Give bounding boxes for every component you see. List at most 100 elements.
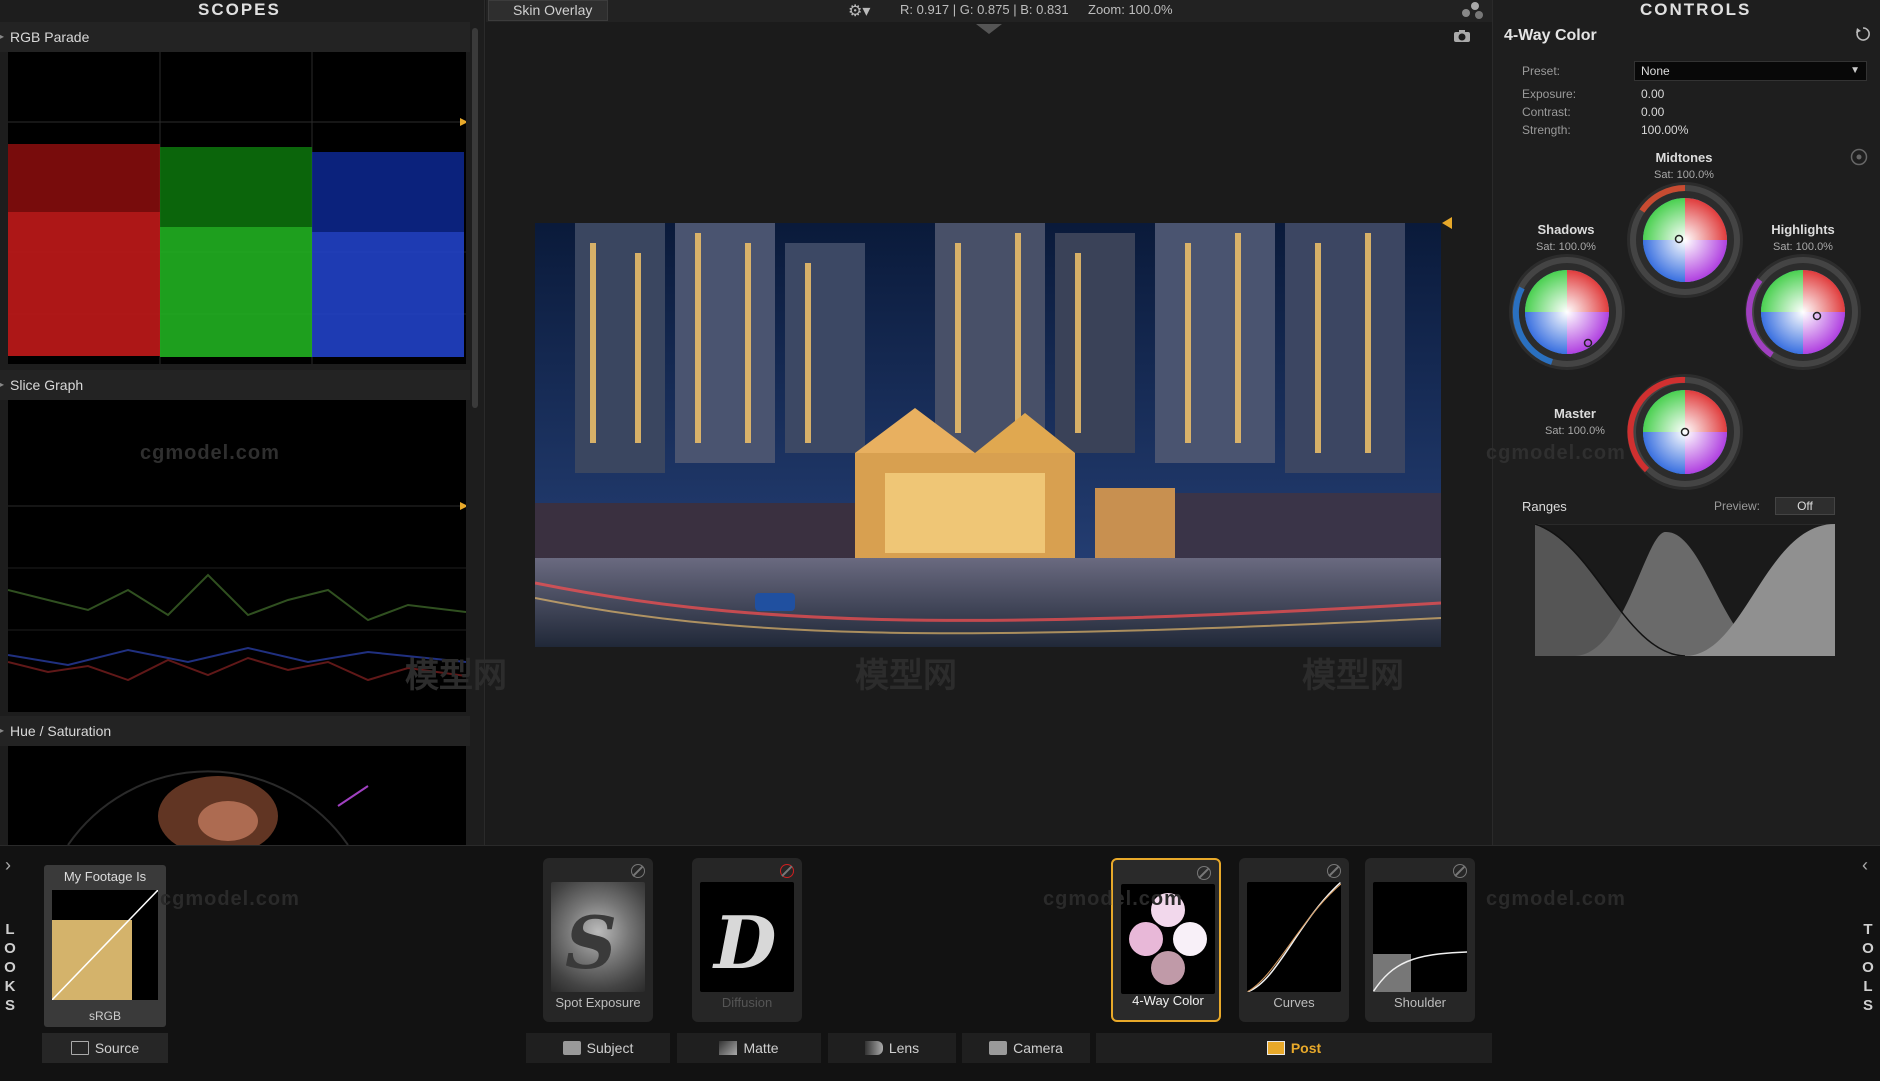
ranges-label: Ranges [1522,499,1567,514]
my-footage-card[interactable]: My Footage Is sRGB [44,865,166,1027]
hue-saturation-graph [67,770,369,856]
tool-card-label: Shoulder [1393,995,1447,1010]
disable-icon[interactable] [1197,866,1211,880]
tools-letter: T [1863,921,1873,938]
tab-label: Lens [888,1040,920,1056]
tool-card-spot-exposure[interactable]: S Spot Exposure [543,858,653,1022]
reset-icon[interactable] [1855,26,1871,42]
tab-post[interactable]: Post [1096,1033,1492,1063]
marker-icon [1442,217,1452,229]
scopes-scrollbar[interactable] [472,28,478,408]
tab-lens[interactable]: Lens [828,1033,956,1063]
matte-icon [719,1041,738,1055]
looks-expand-icon[interactable]: › [5,855,11,876]
tool-card-diffusion[interactable]: D Diffusion [692,858,802,1022]
contrast-value[interactable]: 0.00 [1641,105,1664,119]
watermark: 模型网 [1302,657,1404,695]
midtones-wheel[interactable] [1627,182,1743,298]
controls-title: 4-Way Color [1504,27,1597,44]
watermark: cgmodel.com [1043,888,1183,910]
wheel-reset-icon[interactable] [1850,148,1868,166]
preview-label: Preview: [1714,499,1761,513]
tab-label: Matte [743,1040,779,1056]
my-footage-title: My Footage Is [63,869,147,884]
dots-icon[interactable] [1460,0,1486,20]
scopes-header: SCOPES [198,0,281,19]
tool-card-label: Spot Exposure [555,995,641,1010]
disable-icon-active[interactable] [780,864,794,878]
tool-card-label: Diffusion [721,995,773,1010]
watermark: 模型网 [855,657,957,695]
diffusion-thumb: D [700,882,794,992]
strength-label: Strength: [1522,123,1571,137]
looks-letter: L [5,921,15,938]
strength-value[interactable]: 100.00% [1641,123,1688,137]
srgb-label: sRGB [88,1009,121,1023]
camera-icon[interactable] [1453,29,1471,43]
section-slice-graph[interactable]: Slice Graph [0,370,470,400]
tools-letter: L [1863,978,1873,995]
tool-card-curves[interactable]: Curves [1239,858,1349,1022]
curves-thumb [1247,882,1341,992]
spot-exposure-thumb: S [551,882,645,992]
film-icon [70,1041,89,1055]
looks-letter: K [4,978,16,995]
looks-letter: S [4,997,15,1014]
shadows-wheel[interactable] [1509,254,1625,370]
tool-card-4-way-color[interactable]: 4-Way Color [1111,858,1221,1022]
tools-vertical-label[interactable]: T O O L S [1858,920,1878,1015]
ranges-graph[interactable] [1535,524,1835,656]
scopes-panel: SCOPES RGB Parade Slice Graph [0,0,485,856]
disable-icon[interactable] [631,864,645,878]
chevron-down-icon: ▼ [1850,65,1860,76]
exposure-value[interactable]: 0.00 [1641,87,1664,101]
watermark: cgmodel.com [160,888,300,910]
section-hue-saturation[interactable]: Hue / Saturation [0,716,470,746]
tab-camera[interactable]: Camera [962,1033,1090,1063]
lens-icon [864,1041,883,1055]
preset-label: Preset: [1522,64,1561,78]
looks-vertical-label[interactable]: L O O K S [0,920,20,1015]
person-icon [562,1041,581,1055]
tool-card-label: 4-Way Color [1132,993,1204,1008]
master-wheel[interactable] [1627,374,1743,490]
tool-card-label: Curves [1273,995,1315,1010]
looks-letter: O [4,959,16,976]
gear-icon[interactable]: ⚙▾ [848,1,870,21]
srgb-curve-thumb [52,890,158,1000]
tab-matte[interactable]: Matte [677,1033,821,1063]
d-glyph-icon: D [714,900,777,985]
zoom-readout: Zoom: 100.0% [1088,2,1173,17]
tab-label: Camera [1013,1040,1063,1056]
shoulder-thumb [1373,882,1467,992]
watermark: 模型网 [405,657,507,695]
highlights-wheel[interactable] [1745,254,1861,370]
tools-expand-icon[interactable]: ‹ [1862,855,1868,876]
looks-letter: O [4,940,16,957]
collapse-arrow-icon[interactable] [976,24,1002,36]
watermark: cgmodel.com [1486,442,1626,464]
source-tab-label: Source [94,1040,140,1056]
preset-dropdown[interactable]: None ▼ [1634,61,1867,81]
s-glyph-icon: S [565,900,617,985]
hue-saturation-scope [8,746,466,856]
section-rgb-parade[interactable]: RGB Parade [0,22,470,52]
tools-letter: O [1862,959,1874,976]
preset-value: None [1641,64,1670,78]
post-icon [1266,1041,1285,1055]
tab-label: Post [1290,1040,1322,1056]
tool-card-shoulder[interactable]: Shoulder [1365,858,1475,1022]
movie-camera-icon [989,1041,1008,1055]
tab-subject[interactable]: Subject [526,1033,670,1063]
watermark: cgmodel.com [1486,888,1626,910]
disable-icon[interactable] [1453,864,1467,878]
disable-icon[interactable] [1327,864,1341,878]
watermark: cgmodel.com [140,442,280,464]
preview-toggle[interactable]: Off [1775,497,1835,515]
tools-letter: O [1862,940,1874,957]
tab-label: Subject [586,1040,634,1056]
skin-overlay-button[interactable]: Skin Overlay [488,0,608,21]
source-tab[interactable]: Source [42,1033,168,1063]
tools-letter: S [1862,997,1873,1014]
viewer-image [535,223,1441,647]
